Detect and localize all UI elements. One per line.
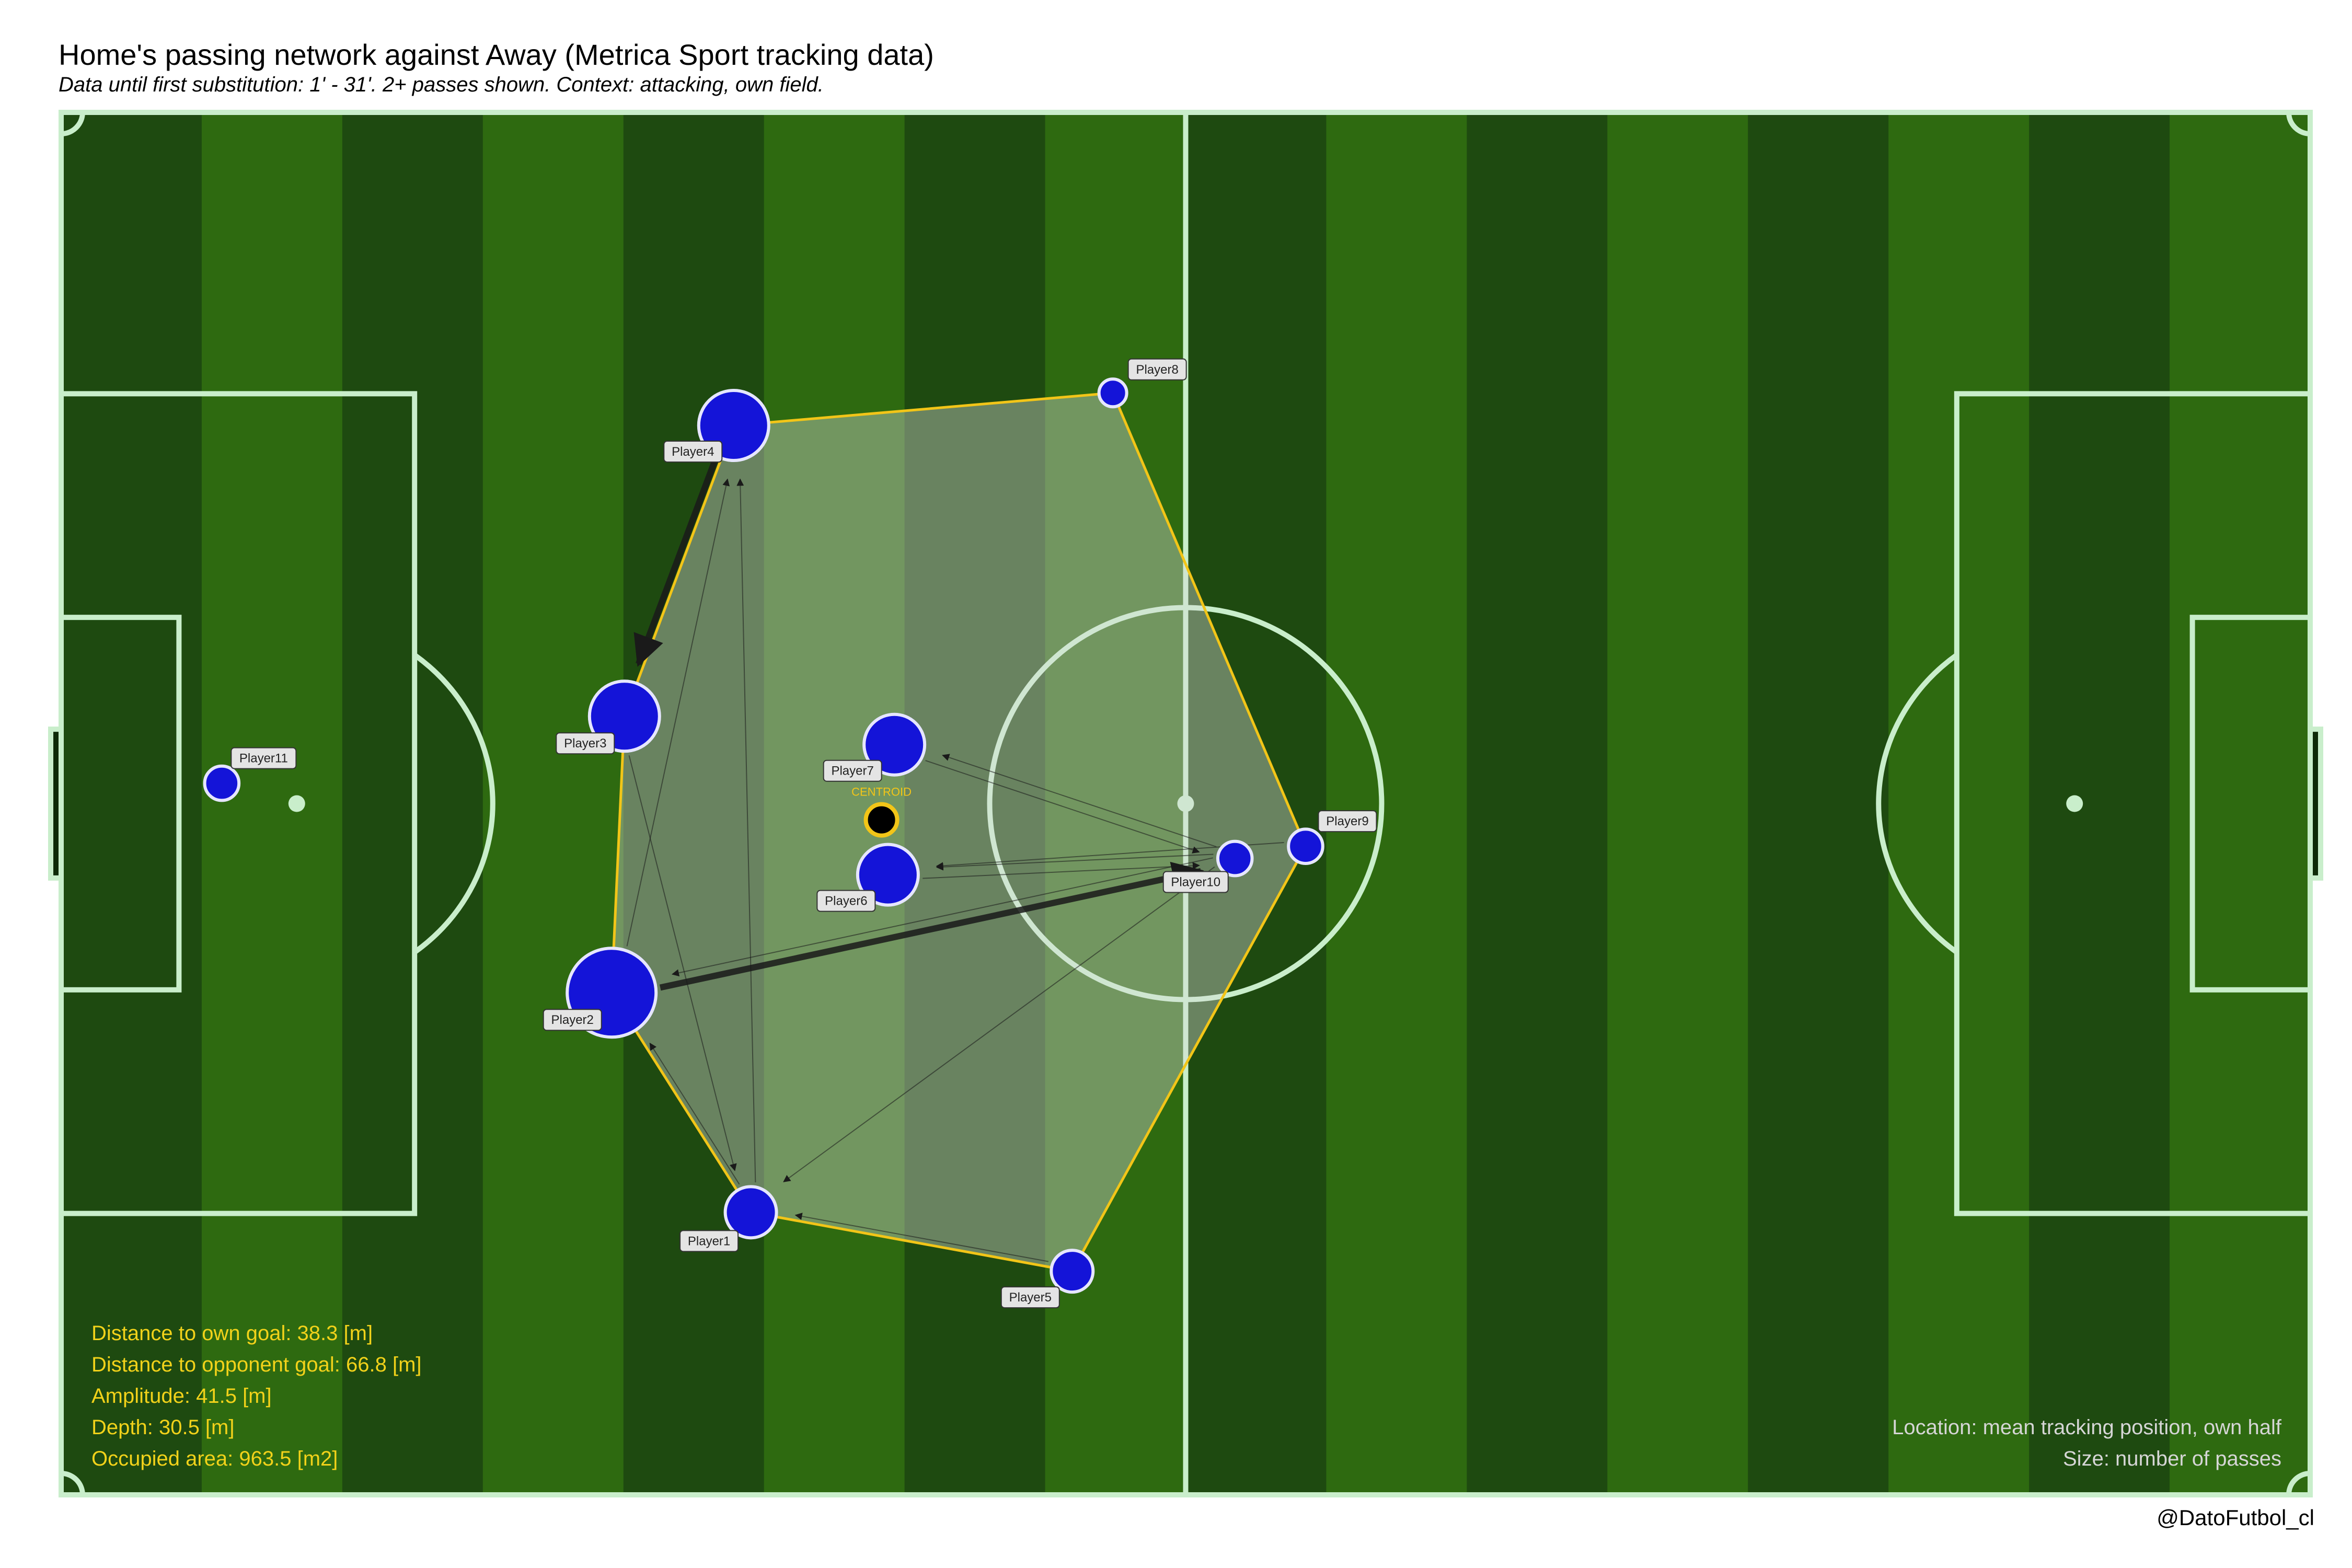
grass-stripe [1326,112,1468,1495]
player-node-player8 [1097,377,1128,409]
stat-occupied-area: Occupied area: 963.5 [m2] [91,1447,338,1470]
player-label-player8: Player8 [1127,358,1187,381]
grass-stripe [1607,112,1749,1495]
label-text: Player5 [1009,1290,1052,1305]
grass-stripe [482,112,624,1495]
grass-stripe [1748,112,1889,1495]
left-goal [48,727,64,881]
player-label-player2: Player2 [543,1009,602,1031]
player-node-player10 [1216,839,1254,878]
grass-stripe [1467,112,1608,1495]
label-text: Player8 [1136,363,1178,377]
pitch: CENTROID Player1 Player2 Player3 Player4 Pla… [48,110,2323,1497]
player-label-player1: Player1 [679,1230,739,1252]
label-text: Player1 [688,1234,730,1248]
label-text: Player6 [825,894,867,908]
player-label-player9: Player9 [1318,810,1377,833]
label-text: Player2 [551,1013,594,1027]
player-label-player4: Player4 [663,441,723,463]
player-label-player3: Player3 [556,732,615,755]
player-label-player11: Player11 [230,747,297,769]
stat-distance-opponent-goal: Distance to opponent goal: 66.8 [m] [91,1353,422,1376]
note-location: Location: mean tracking position, own ha… [1892,1416,2282,1439]
right-penalty-spot [2066,795,2083,812]
right-goal [2308,727,2323,881]
label-text: Player3 [564,736,606,751]
centroid-label: CENTROID [851,786,912,799]
stat-depth: Depth: 30.5 [m] [91,1416,234,1439]
left-penalty-spot [288,795,305,812]
centroid-marker [863,802,900,838]
grass-stripe [201,112,343,1495]
label-text: Player9 [1326,814,1368,828]
grass-stripe [2029,112,2171,1495]
player-node-player9 [1287,827,1324,865]
player-node-player5 [1050,1249,1095,1294]
stat-amplitude: Amplitude: 41.5 [m] [91,1385,272,1408]
player-label-player7: Player7 [823,759,882,782]
stat-distance-own-goal: Distance to own goal: 38.3 [m] [91,1322,373,1345]
player-label-player5: Player5 [1000,1286,1060,1309]
label-text: Player7 [831,764,873,778]
player-node-player11 [203,764,241,802]
label-text: Player10 [1171,875,1220,890]
player-label-player6: Player6 [816,890,876,912]
credit: @DatoFutbol_cl [2157,1505,2314,1530]
label-text: Player11 [239,752,288,766]
note-size: Size: number of passes [2063,1447,2281,1470]
label-text: Player4 [672,445,714,459]
player-label-player10: Player10 [1162,871,1229,893]
